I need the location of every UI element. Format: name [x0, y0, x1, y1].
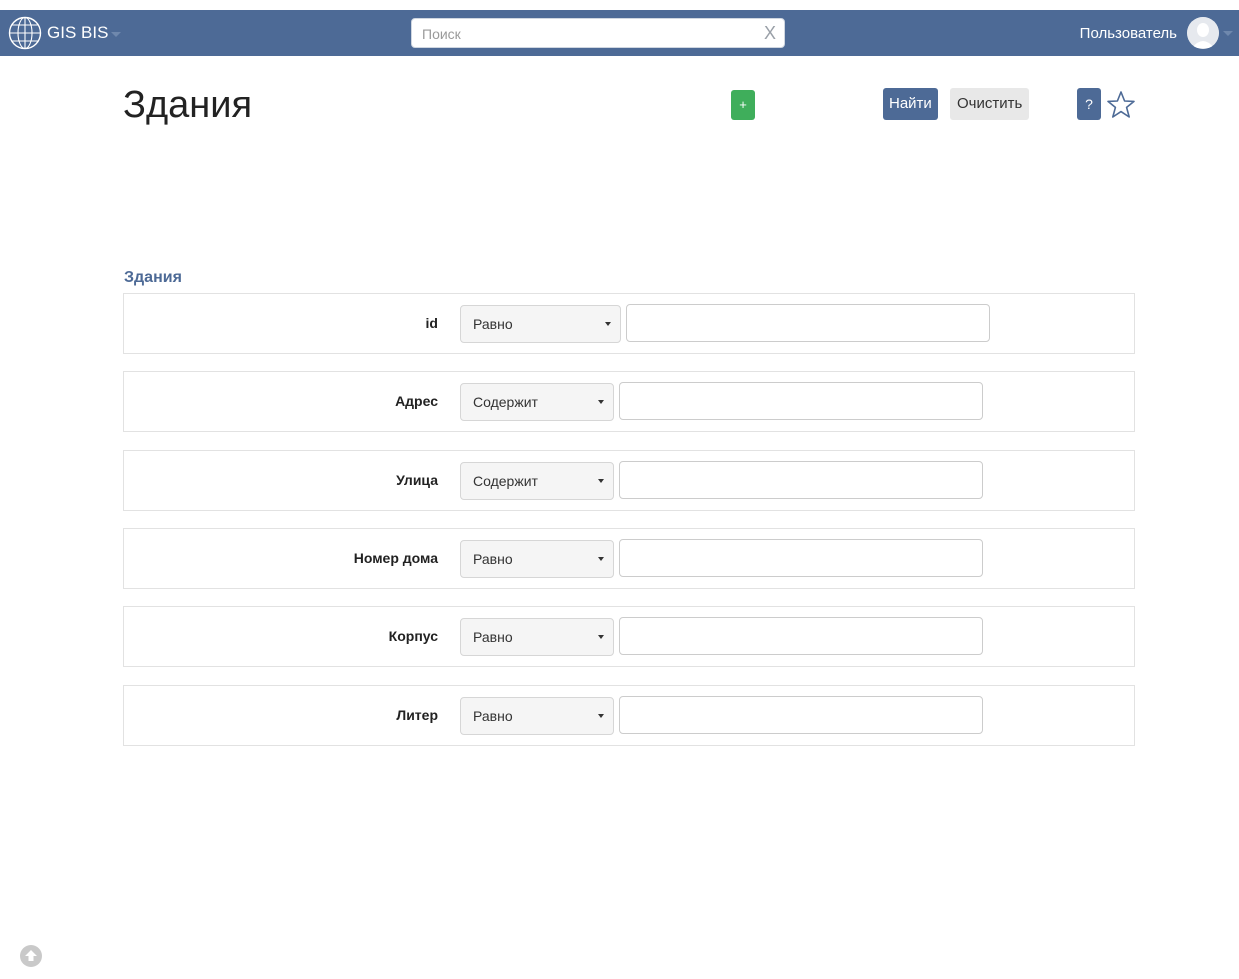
filter-label: Корпус	[388, 628, 438, 644]
filter-value-input[interactable]	[619, 696, 983, 734]
filter-label: Литер	[396, 707, 438, 723]
user-name: Пользователь	[1079, 24, 1177, 42]
caret-down-icon	[598, 714, 604, 718]
star-icon[interactable]	[1105, 89, 1137, 121]
global-search: X	[411, 18, 785, 48]
operator-select[interactable]: Равно	[460, 540, 614, 578]
help-button[interactable]: ?	[1077, 88, 1101, 120]
operator-select[interactable]: Содержит	[460, 462, 614, 500]
avatar[interactable]	[1187, 17, 1219, 49]
caret-down-icon	[598, 557, 604, 561]
brand-name: GIS BIS	[47, 23, 109, 42]
operator-select[interactable]: Равно	[460, 697, 614, 735]
chevron-down-icon	[1223, 30, 1233, 36]
filter-row-house-number: Номер дома Равно	[123, 528, 1135, 589]
filter-row-liter: Литер Равно	[123, 685, 1135, 746]
clear-button[interactable]: Очистить	[950, 88, 1030, 120]
filter-label: Номер дома	[353, 550, 438, 566]
filter-row-id: id Равно	[123, 293, 1135, 354]
operator-select[interactable]: Равно	[460, 305, 621, 343]
top-navbar: GIS BIS X Пользователь	[0, 10, 1239, 56]
user-menu[interactable]: Пользователь	[1080, 10, 1233, 56]
filter-label: id	[425, 315, 438, 331]
chevron-down-icon	[111, 31, 122, 37]
filter-label: Улица	[396, 472, 438, 488]
operator-select[interactable]: Содержит	[460, 383, 614, 421]
caret-down-icon	[598, 479, 604, 483]
caret-down-icon	[598, 635, 604, 639]
filter-value-input[interactable]	[619, 461, 983, 499]
filter-row-street: Улица Содержит	[123, 450, 1135, 511]
arrow-up-icon	[25, 950, 37, 961]
filter-label: Адрес	[395, 393, 438, 409]
operator-select[interactable]: Равно	[460, 618, 614, 656]
find-button[interactable]: Найти	[883, 88, 938, 120]
scroll-top-button[interactable]	[20, 945, 42, 967]
caret-down-icon	[598, 400, 604, 404]
filter-value-input[interactable]	[626, 304, 990, 342]
caret-down-icon	[605, 322, 611, 326]
section-title: Здания	[124, 269, 182, 286]
filter-row-building: Корпус Равно	[123, 606, 1135, 667]
filter-value-input[interactable]	[619, 617, 983, 655]
brand-menu[interactable]: GIS BIS	[8, 10, 122, 56]
filter-row-address: Адрес Содержит	[123, 371, 1135, 432]
filter-value-input[interactable]	[619, 539, 983, 577]
globe-logo-icon	[8, 16, 42, 50]
search-input[interactable]	[420, 22, 754, 46]
filter-value-input[interactable]	[619, 382, 983, 420]
user-silhouette-icon	[1187, 17, 1219, 49]
page-title: Здания	[123, 84, 253, 126]
add-button[interactable]: +	[731, 90, 755, 120]
clear-search-icon[interactable]: X	[764, 23, 776, 43]
